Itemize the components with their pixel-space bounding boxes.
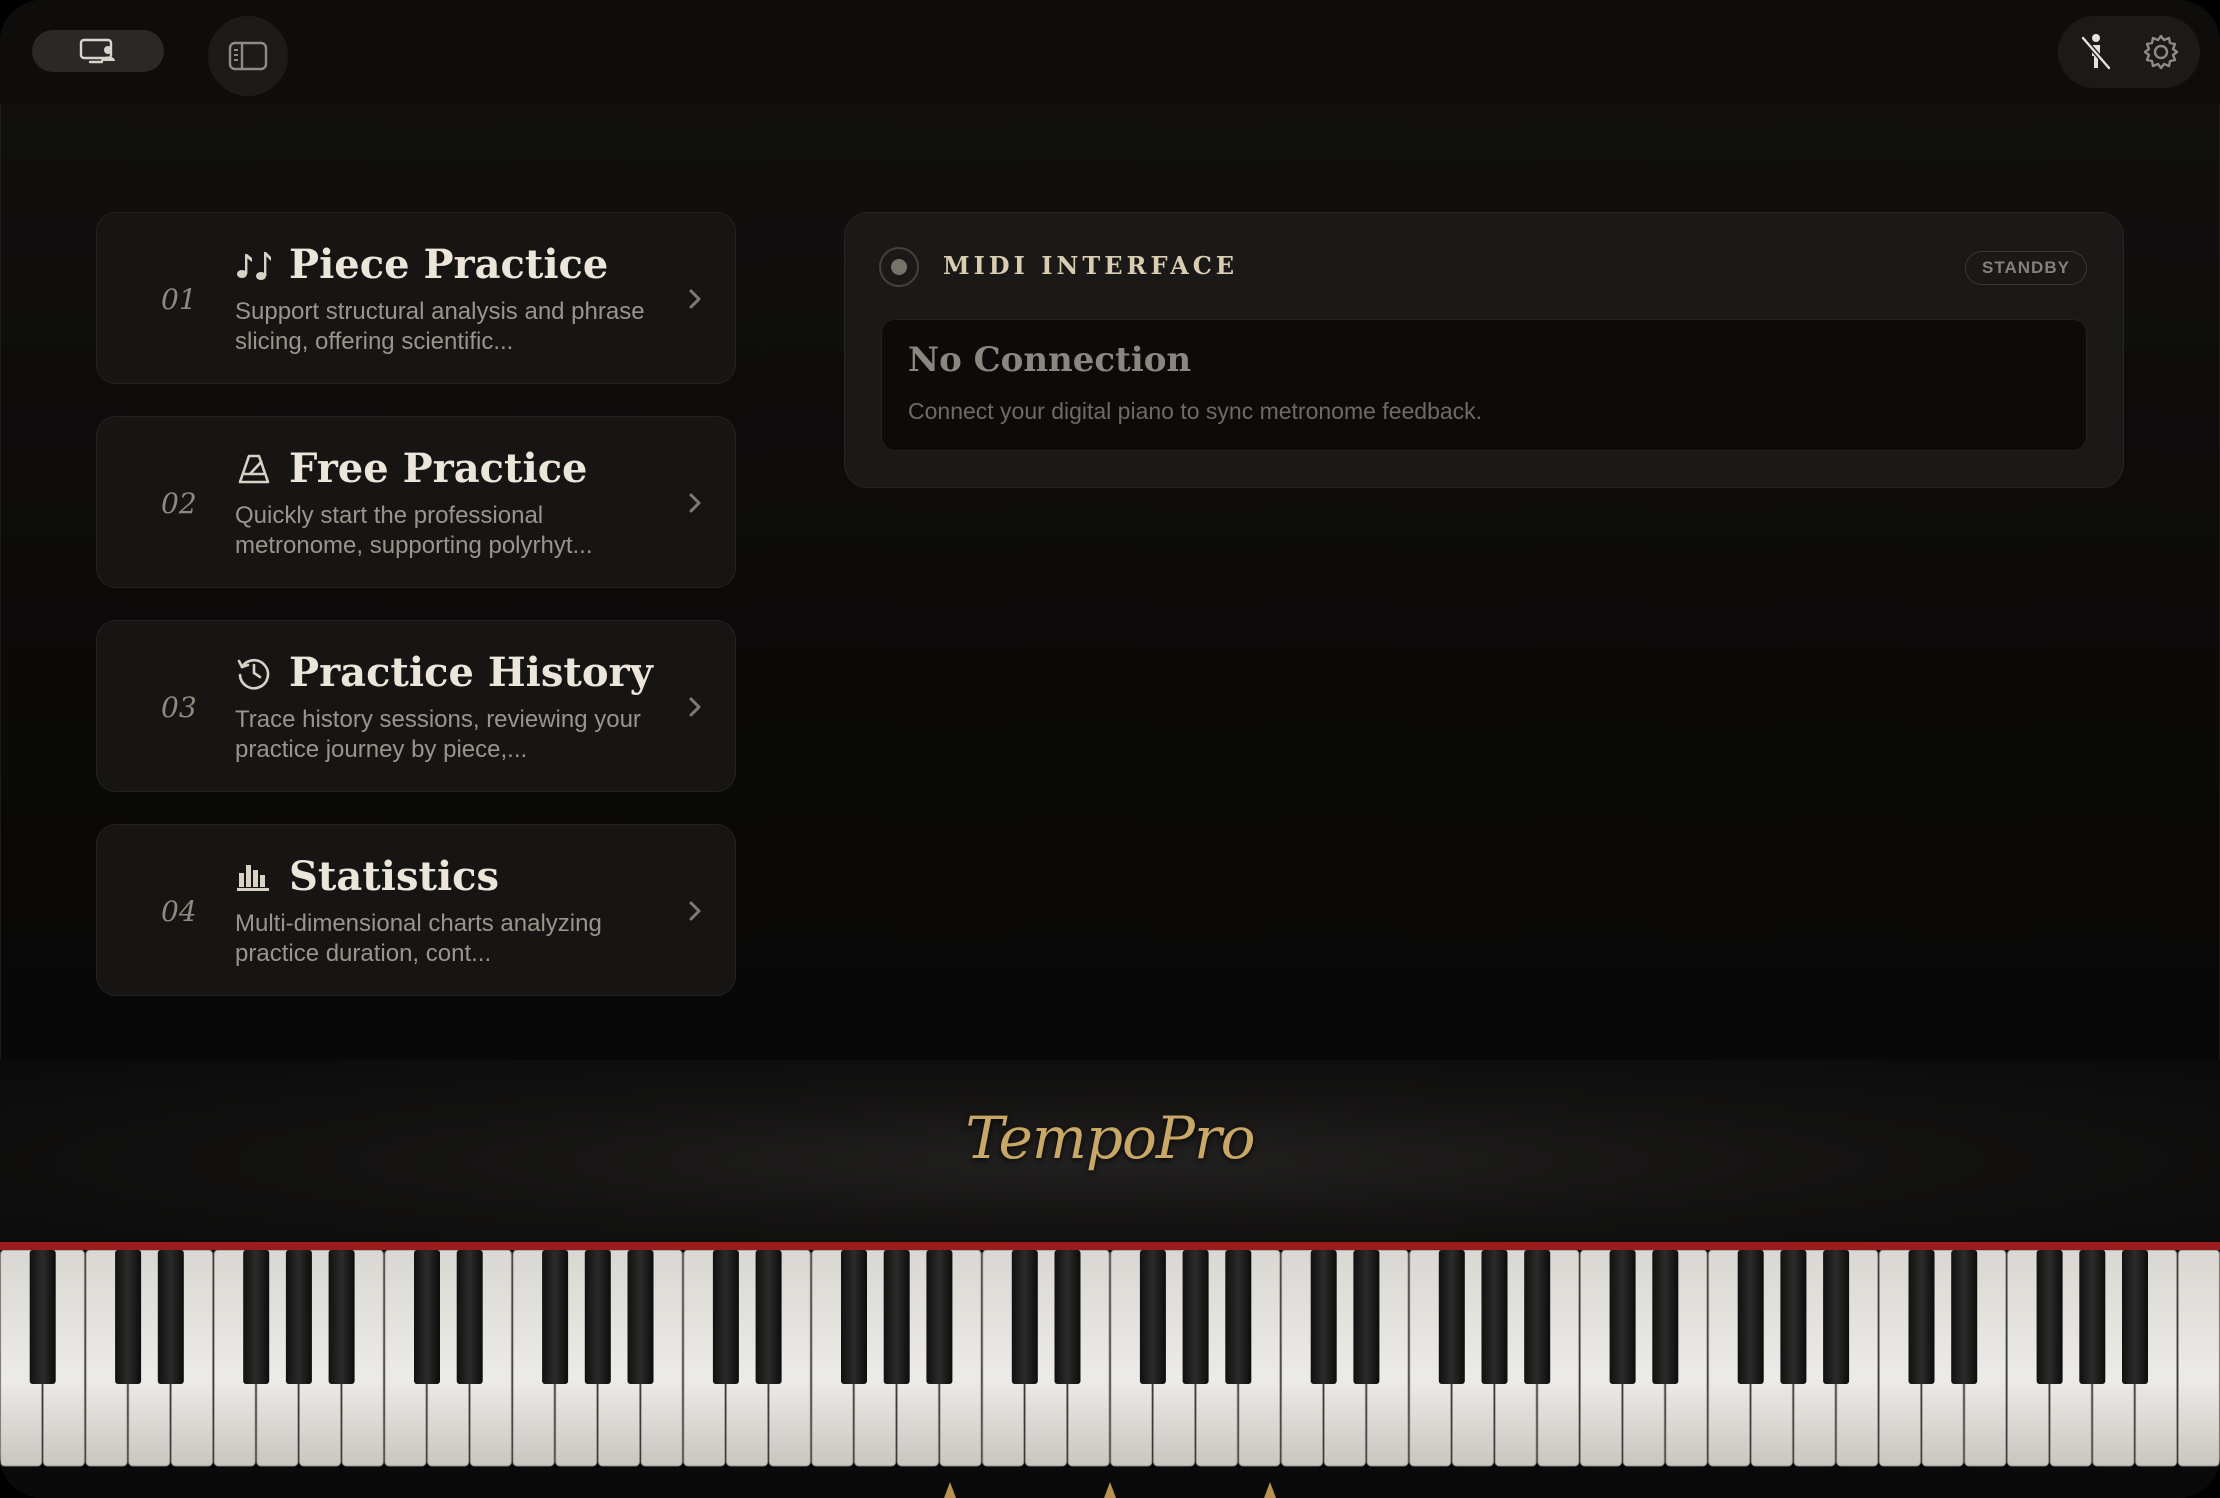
card-statistics[interactable]: 04 Statistics Multi-dimensional charts a…	[96, 824, 736, 996]
black-key[interactable]	[1139, 1250, 1166, 1384]
piano-bottom-strip	[0, 1468, 2220, 1498]
black-key[interactable]	[414, 1250, 440, 1384]
card-description: Trace history sessions, reviewing your p…	[235, 706, 641, 763]
app-window: 01 Piece Practice Support structural ana…	[0, 0, 2220, 1498]
black-key[interactable]	[2122, 1250, 2148, 1384]
black-key[interactable]	[1481, 1250, 1508, 1384]
chevron-right-icon	[689, 697, 701, 717]
chevron-right-icon	[689, 289, 701, 309]
black-key[interactable]	[926, 1250, 953, 1384]
sidebar-toggle-icon	[228, 40, 268, 72]
card-number: 01	[161, 283, 197, 316]
black-key[interactable]	[1652, 1250, 1679, 1384]
midi-status-indicator	[879, 247, 919, 287]
card-description: Multi-dimensional charts analyzing pract…	[235, 910, 602, 967]
black-key[interactable]	[1225, 1250, 1252, 1384]
piano-keyboard	[0, 1250, 2220, 1467]
black-key[interactable]	[627, 1250, 654, 1384]
midi-title: MIDI INTERFACE	[943, 251, 1239, 280]
display-person-icon	[79, 37, 117, 65]
music-notes-icon	[235, 246, 273, 284]
card-title: Piece Practice	[289, 241, 609, 288]
display-mode-button[interactable]	[32, 30, 164, 72]
card-number: 02	[161, 487, 197, 520]
black-key[interactable]	[1182, 1250, 1209, 1384]
black-key[interactable]	[1054, 1250, 1081, 1384]
person-off-icon[interactable]	[2078, 32, 2114, 72]
black-key[interactable]	[1609, 1250, 1636, 1384]
black-key[interactable]	[1951, 1250, 1978, 1384]
card-number: 03	[161, 691, 197, 724]
piano-felt-strip	[0, 1242, 2220, 1250]
black-key[interactable]	[1438, 1250, 1465, 1384]
card-description: Quickly start the professional metronome…	[235, 502, 593, 559]
top-right-controls	[2058, 16, 2200, 88]
card-number: 04	[161, 895, 197, 928]
brand-logo: TempoPro	[965, 1104, 1255, 1172]
card-title: Free Practice	[289, 445, 588, 492]
card-practice-history[interactable]: 03 Practice History Trace history sessio…	[96, 620, 736, 792]
metronome-icon	[235, 450, 273, 488]
chevron-right-icon	[689, 901, 701, 921]
status-badge: STANDBY	[1965, 251, 2087, 285]
midi-interface-panel: MIDI INTERFACE STANDBY No Connection Con…	[844, 212, 2124, 488]
black-key[interactable]	[157, 1250, 184, 1384]
black-key[interactable]	[1780, 1250, 1807, 1384]
bar-chart-icon	[235, 858, 273, 896]
card-title: Practice History	[289, 649, 653, 696]
black-key[interactable]	[285, 1250, 312, 1384]
black-key[interactable]	[1737, 1250, 1764, 1384]
black-key[interactable]	[1524, 1250, 1551, 1384]
midi-connection-box[interactable]: No Connection Connect your digital piano…	[881, 319, 2087, 451]
black-key[interactable]	[29, 1250, 56, 1384]
white-key[interactable]	[2177, 1250, 2220, 1467]
chevron-right-icon	[689, 493, 701, 513]
black-key[interactable]	[1310, 1250, 1337, 1384]
black-key[interactable]	[456, 1250, 483, 1384]
black-key[interactable]	[841, 1250, 867, 1384]
black-key[interactable]	[584, 1250, 611, 1384]
black-key[interactable]	[542, 1250, 569, 1384]
black-key[interactable]	[1011, 1250, 1038, 1384]
history-icon	[235, 654, 273, 692]
black-key[interactable]	[328, 1250, 355, 1384]
black-key[interactable]	[1823, 1250, 1850, 1384]
top-bar	[0, 0, 2220, 104]
card-free-practice[interactable]: 02 Free Practice Quickly start the profe…	[96, 416, 736, 588]
black-key[interactable]	[2079, 1250, 2106, 1384]
connection-subtitle: Connect your digital piano to sync metro…	[908, 398, 1483, 424]
black-key[interactable]	[2036, 1250, 2063, 1384]
black-key[interactable]	[883, 1250, 910, 1384]
black-key[interactable]	[1908, 1250, 1935, 1384]
black-key[interactable]	[1353, 1250, 1380, 1384]
black-key[interactable]	[115, 1250, 142, 1384]
connection-title: No Connection	[908, 340, 1192, 380]
sidebar-toggle-button[interactable]	[208, 16, 288, 96]
card-title: Statistics	[289, 853, 500, 900]
card-piece-practice[interactable]: 01 Piece Practice Support structural ana…	[96, 212, 736, 384]
black-key[interactable]	[243, 1250, 270, 1384]
black-key[interactable]	[712, 1250, 739, 1384]
card-description: Support structural analysis and phrase s…	[235, 298, 645, 355]
black-key[interactable]	[755, 1250, 782, 1384]
gear-icon[interactable]	[2142, 33, 2180, 71]
